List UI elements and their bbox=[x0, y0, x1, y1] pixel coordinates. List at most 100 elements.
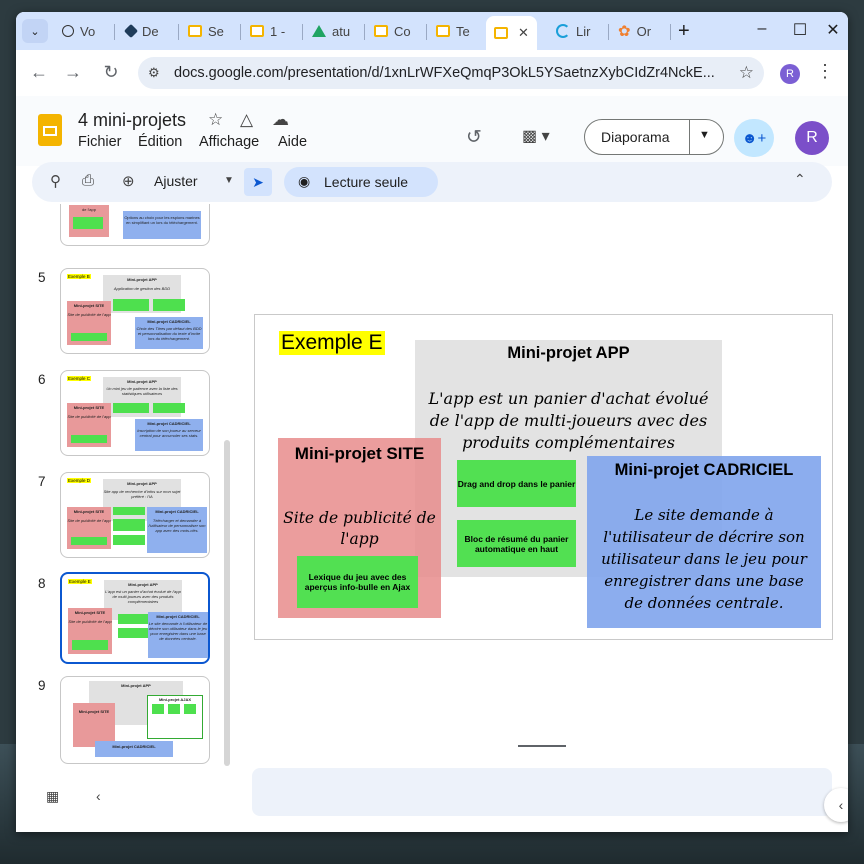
site-box[interactable]: Mini-projet SITE Site de publicité de l'… bbox=[278, 438, 441, 618]
reload-button[interactable]: ↻ bbox=[100, 62, 122, 83]
slides-icon bbox=[494, 27, 508, 39]
slide-thumbnail-4[interactable]: de l'app Options au choix pour les espio… bbox=[60, 204, 210, 246]
slides-icon bbox=[188, 25, 202, 37]
slide-thumbnail-7[interactable]: Exemple D Mini-projet APP Site app de re… bbox=[60, 472, 210, 558]
tab-label: Se bbox=[208, 23, 224, 39]
slides-icon bbox=[250, 25, 264, 37]
tab-active[interactable]: ✕ bbox=[486, 16, 537, 50]
profile-avatar[interactable]: R bbox=[780, 64, 800, 84]
back-button[interactable]: ← bbox=[28, 62, 50, 83]
slide-number: 5 bbox=[38, 270, 46, 285]
slide-canvas[interactable]: Mini-projet APP L'app est un panier d'ac… bbox=[254, 314, 833, 640]
eye-icon: ◉ bbox=[298, 173, 311, 189]
minimize-button[interactable]: – bbox=[751, 20, 773, 38]
tab-3[interactable]: 1 - bbox=[250, 16, 285, 46]
share-button[interactable]: ☻+ bbox=[734, 119, 774, 157]
tab-label: Or bbox=[636, 23, 652, 39]
slide-filmstrip: de l'app Options au choix pour les espio… bbox=[16, 204, 246, 764]
chevron-up-icon[interactable]: ⌃ bbox=[794, 171, 806, 188]
print-icon[interactable]: ⎙ bbox=[82, 172, 94, 189]
example-tag: Exemple E bbox=[279, 331, 385, 355]
slideshow-button[interactable]: Diaporama ▼ bbox=[584, 119, 724, 155]
select-cursor-button[interactable]: ➤ bbox=[244, 168, 272, 196]
chevron-down-icon: ⌄ bbox=[30, 25, 40, 38]
tab-label: De bbox=[142, 23, 159, 39]
chevron-left-icon[interactable]: ‹ bbox=[96, 788, 101, 804]
menu-affichage[interactable]: Affichage bbox=[199, 134, 259, 150]
version-history-icon[interactable]: ↺ bbox=[466, 126, 482, 149]
slide-number: 6 bbox=[38, 372, 46, 387]
browser-window: ⌄ Vo De Se 1 - atu Co Te ✕ Lir ✿ Or + – ☐… bbox=[16, 12, 848, 832]
cursor-icon: ➤ bbox=[252, 173, 264, 190]
menu-fichier[interactable]: Fichier bbox=[78, 134, 122, 150]
close-window-button[interactable]: ✕ bbox=[822, 20, 844, 40]
tab-label: Co bbox=[394, 23, 411, 39]
grid-view-icon[interactable]: ▦ bbox=[46, 788, 59, 805]
tab-label: Te bbox=[456, 23, 470, 39]
app-feature-box[interactable]: Drag and drop dans le panier bbox=[457, 460, 576, 507]
tab-5[interactable]: Co bbox=[374, 16, 411, 46]
tab-4[interactable]: atu bbox=[312, 16, 350, 46]
thumb-cad-box: Options au choix pour les espions marine… bbox=[123, 211, 201, 239]
slide-number: 8 bbox=[38, 576, 46, 591]
url-text[interactable]: docs.google.com/presentation/d/1xnLrWFXe… bbox=[174, 65, 734, 81]
chevron-down-icon[interactable]: ▼ bbox=[224, 175, 234, 186]
site-info-icon[interactable]: ⚙ bbox=[148, 65, 160, 81]
hexagon-icon bbox=[123, 23, 139, 39]
cadriciel-box[interactable]: Mini-projet CADRICIEL Le site demande à … bbox=[587, 456, 821, 628]
notes-resize-handle[interactable] bbox=[518, 745, 566, 747]
tab-2[interactable]: Se bbox=[188, 16, 224, 46]
address-bar[interactable]: ⚙ docs.google.com/presentation/d/1xnLrWF… bbox=[138, 57, 764, 89]
speaker-notes-panel[interactable] bbox=[252, 768, 832, 816]
divider bbox=[689, 120, 690, 154]
star-icon[interactable]: ☆ bbox=[208, 110, 223, 130]
tab-label: Vo bbox=[80, 23, 96, 39]
search-icon[interactable]: ⚲ bbox=[50, 172, 61, 190]
slides-icon bbox=[436, 25, 450, 37]
read-only-chip[interactable]: ◉ Lecture seule bbox=[284, 167, 438, 197]
slide-thumbnail-8[interactable]: Exemple E Mini-projet APP L'app est un p… bbox=[60, 572, 210, 664]
plus-icon: + bbox=[678, 19, 690, 42]
forward-button[interactable]: → bbox=[62, 62, 84, 83]
zoom-icon[interactable]: ⊕ bbox=[122, 172, 135, 190]
bookmark-star-icon[interactable]: ☆ bbox=[739, 63, 754, 83]
slide-thumbnail-6[interactable]: Exemple C Mini-projet APP Un mini jeu de… bbox=[60, 370, 210, 456]
menu-aide[interactable]: Aide bbox=[278, 134, 307, 150]
app-description: L'app est un panier d'achat évolué de l'… bbox=[428, 389, 709, 452]
tab-9[interactable]: ✿ Or bbox=[618, 16, 651, 46]
cloud-status-icon[interactable]: ☁ bbox=[272, 110, 289, 130]
browser-menu-icon[interactable]: ⋮ bbox=[816, 61, 834, 82]
slide-number: 9 bbox=[38, 678, 46, 693]
slide-thumbnail-9[interactable]: Mini-projet APP Mini-projet SITE Mini-pr… bbox=[60, 676, 210, 764]
slide-number: 7 bbox=[38, 474, 46, 489]
tab-6[interactable]: Te bbox=[436, 16, 470, 46]
tab-8[interactable]: Lir bbox=[556, 16, 590, 46]
cadriciel-title: Mini-projet CADRICIEL bbox=[614, 461, 794, 479]
tab-search-button[interactable]: ⌄ bbox=[22, 19, 48, 43]
site-title: Mini-projet SITE bbox=[294, 444, 425, 463]
new-tab-button[interactable]: + bbox=[678, 16, 690, 46]
site-feature-box[interactable]: Lexique du jeu avec des aperçus info-bul… bbox=[297, 556, 418, 608]
document-title[interactable]: 4 mini-projets bbox=[78, 110, 186, 131]
maximize-button[interactable]: ☐ bbox=[789, 20, 811, 40]
user-avatar[interactable]: R bbox=[795, 121, 829, 155]
tab-strip: ⌄ Vo De Se 1 - atu Co Te ✕ Lir ✿ Or + – ☐… bbox=[16, 12, 848, 50]
close-icon[interactable]: ✕ bbox=[518, 25, 529, 41]
tab-label: atu bbox=[332, 23, 351, 39]
tab-1[interactable]: De bbox=[123, 16, 159, 46]
filmstrip-scrollbar[interactable] bbox=[224, 440, 230, 766]
chevron-down-icon[interactable]: ▼ bbox=[699, 129, 710, 141]
chatgpt-icon bbox=[62, 25, 74, 37]
tab-0[interactable]: Vo bbox=[62, 16, 95, 46]
slides-logo-icon[interactable] bbox=[38, 114, 62, 146]
zoom-select[interactable]: Ajuster bbox=[154, 173, 198, 189]
meet-camera-icon[interactable]: ▩ ▾ bbox=[522, 126, 550, 146]
cadriciel-description: Le site demande à l'utilisateur de décri… bbox=[601, 506, 807, 612]
menu-edition[interactable]: Édition bbox=[138, 134, 182, 150]
move-to-drive-icon[interactable]: △ bbox=[240, 110, 253, 130]
app-feature-box[interactable]: Bloc de résumé du panier automatique en … bbox=[457, 520, 576, 567]
tab-label: 1 - bbox=[270, 23, 286, 39]
slide-thumbnail-5[interactable]: Exemple B Mini-projet APP Application de… bbox=[60, 268, 210, 354]
side-panel-toggle[interactable]: ‹ bbox=[824, 788, 848, 822]
chevron-left-icon: ‹ bbox=[838, 797, 844, 813]
